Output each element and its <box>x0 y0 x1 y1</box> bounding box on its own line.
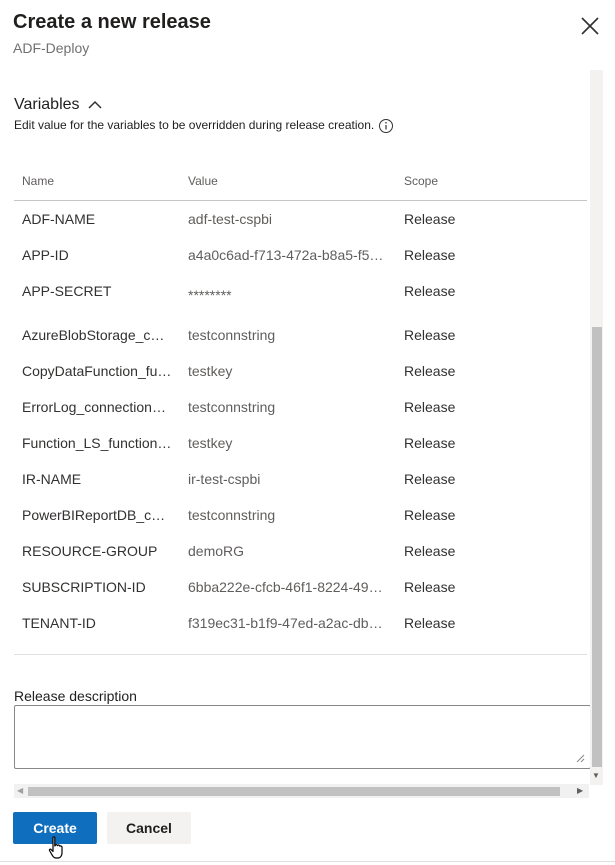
variable-scope: Release <box>404 579 456 595</box>
scroll-down-arrow-icon[interactable]: ▼ <box>592 771 600 780</box>
variable-name: ADF-NAME <box>22 211 96 227</box>
table-row[interactable]: Function_LS_function… testkey Release <box>14 425 587 461</box>
dialog-title: Create a new release <box>13 11 211 33</box>
variable-name: SUBSCRIPTION-ID <box>22 579 146 595</box>
dialog-body: Variables Edit value for the variables t… <box>0 70 603 785</box>
scroll-left-arrow-icon[interactable]: ◀ <box>17 786 23 795</box>
variable-scope: Release <box>404 399 456 415</box>
column-header-scope[interactable]: Scope <box>404 174 438 188</box>
variable-value[interactable]: testconnstring <box>188 507 388 523</box>
table-row[interactable]: APP-ID a4a0c6ad-f713-472a-b8a5-f50… Rele… <box>14 237 587 273</box>
release-description-label: Release description <box>14 688 137 704</box>
footer-divider <box>0 861 615 862</box>
hand-cursor-icon <box>48 836 63 859</box>
variables-table: Name Value Scope ADF-NAME adf-test-cspbi… <box>14 168 587 641</box>
variable-scope: Release <box>404 211 456 227</box>
variable-value[interactable]: f319ec31-b1f9-47ed-a2ac-dbc… <box>188 615 388 631</box>
table-row[interactable]: SUBSCRIPTION-ID 6bba222e-cfcb-46f1-8224-… <box>14 569 587 605</box>
variable-value[interactable]: a4a0c6ad-f713-472a-b8a5-f50… <box>188 247 388 263</box>
table-row[interactable]: RESOURCE-GROUP demoRG Release <box>14 533 587 569</box>
variable-name: APP-ID <box>22 247 69 263</box>
table-row[interactable]: ADF-NAME adf-test-cspbi Release <box>14 201 587 237</box>
variable-value[interactable]: 6bba222e-cfcb-46f1-8224-49c… <box>188 579 388 595</box>
horizontal-scrollbar-thumb[interactable] <box>28 787 560 796</box>
variable-value[interactable]: ******** <box>188 287 388 303</box>
variable-name: RESOURCE-GROUP <box>22 543 158 559</box>
variable-scope: Release <box>404 543 456 559</box>
variable-value[interactable]: ir-test-cspbi <box>188 471 388 487</box>
variable-value[interactable]: testkey <box>188 435 388 451</box>
variable-value[interactable]: demoRG <box>188 543 388 559</box>
table-header: Name Value Scope <box>14 168 587 201</box>
variable-scope: Release <box>404 615 456 631</box>
variable-value[interactable]: adf-test-cspbi <box>188 211 388 227</box>
table-row[interactable]: PowerBIReportDB_co… testconnstring Relea… <box>14 497 587 533</box>
vertical-scrollbar-thumb[interactable] <box>592 327 602 767</box>
table-row[interactable]: ErrorLog_connectionS… testconnstring Rel… <box>14 389 587 425</box>
variable-name: TENANT-ID <box>22 615 96 631</box>
column-header-value[interactable]: Value <box>188 174 218 188</box>
variable-name: IR-NAME <box>22 471 82 487</box>
variable-name: AzureBlobStorage_co… <box>22 327 172 343</box>
variables-section-toggle[interactable]: Variables <box>14 96 102 114</box>
info-icon[interactable] <box>378 118 394 134</box>
close-icon[interactable] <box>578 14 602 38</box>
variable-value[interactable]: testconnstring <box>188 399 388 415</box>
variable-value[interactable]: testkey <box>188 363 388 379</box>
variable-value[interactable]: testconnstring <box>188 327 388 343</box>
variable-scope: Release <box>404 507 456 523</box>
variables-section-title: Variables <box>14 96 80 113</box>
column-header-name[interactable]: Name <box>22 174 54 188</box>
variable-scope: Release <box>404 283 456 299</box>
variable-scope: Release <box>404 363 456 379</box>
variable-name: PowerBIReportDB_co… <box>22 507 172 523</box>
variable-scope: Release <box>404 327 456 343</box>
dialog-subtitle: ADF-Deploy <box>13 40 90 56</box>
variable-name: APP-SECRET <box>22 283 112 299</box>
chevron-up-icon <box>87 100 102 109</box>
table-row[interactable]: CopyDataFunction_fu… testkey Release <box>14 353 587 389</box>
table-row[interactable]: APP-SECRET ******** Release <box>14 273 587 317</box>
cancel-button[interactable]: Cancel <box>107 812 191 844</box>
table-row[interactable]: TENANT-ID f319ec31-b1f9-47ed-a2ac-dbc… R… <box>14 605 587 641</box>
variable-scope: Release <box>404 435 456 451</box>
variable-name: Function_LS_function… <box>22 435 172 451</box>
variable-name: ErrorLog_connectionS… <box>22 399 172 415</box>
scroll-right-arrow-icon[interactable]: ▶ <box>577 786 583 795</box>
table-row[interactable]: AzureBlobStorage_co… testconnstring Rele… <box>14 317 587 353</box>
resize-grip-icon[interactable] <box>576 754 585 763</box>
section-divider <box>14 654 587 655</box>
variable-name: CopyDataFunction_fu… <box>22 363 172 379</box>
release-description-input[interactable] <box>14 705 591 769</box>
variable-scope: Release <box>404 471 456 487</box>
table-row[interactable]: IR-NAME ir-test-cspbi Release <box>14 461 587 497</box>
variables-description: Edit value for the variables to be overr… <box>14 118 375 132</box>
variable-scope: Release <box>404 247 456 263</box>
